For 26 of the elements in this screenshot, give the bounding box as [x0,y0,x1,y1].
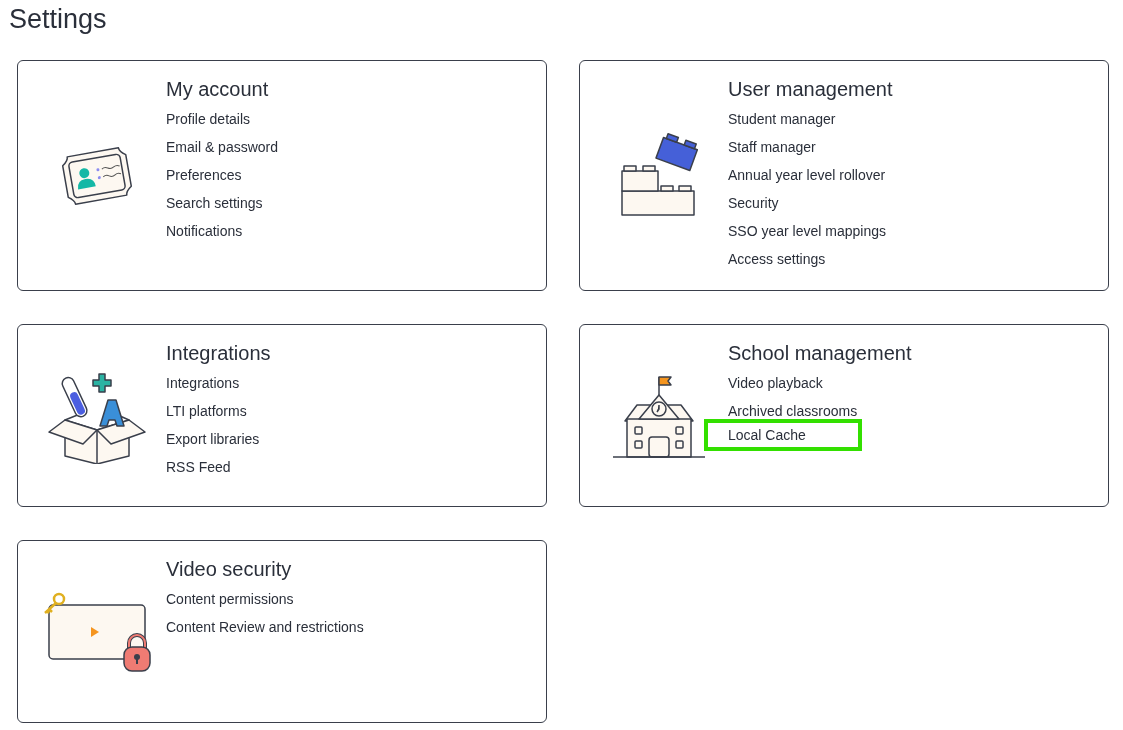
settings-link[interactable]: Staff manager [728,137,816,157]
settings-link[interactable]: Notifications [166,221,243,241]
card-title: Integrations [166,341,271,366]
card-title: My account [166,77,269,102]
settings-link[interactable]: Video playback [728,373,823,393]
settings-link[interactable]: Access settings [728,249,826,269]
settings-link[interactable]: Student manager [728,109,836,129]
card-title: School management [728,341,912,366]
settings-link[interactable]: Profile details [166,109,251,129]
settings-link[interactable]: Security [728,193,779,213]
settings-link[interactable]: SSO year level mappings [728,221,886,241]
settings-link[interactable]: RSS Feed [166,457,231,477]
settings-link[interactable]: Search settings [166,193,263,213]
settings-link[interactable]: Archived classrooms [728,401,858,421]
card-title: Video security [166,557,292,582]
card-title: User management [728,77,893,102]
settings-link[interactable]: Content Review and restrictions [166,617,364,637]
settings-link[interactable]: Preferences [166,165,242,185]
page-title: Settings [9,3,108,36]
settings-link[interactable]: Local Cache [704,419,862,451]
settings-link[interactable]: Export libraries [166,429,260,449]
settings-link[interactable]: Integrations [166,373,240,393]
settings-link[interactable]: Email & password [166,137,279,157]
settings-link[interactable]: LTI platforms [166,401,247,421]
settings-link[interactable]: Content permissions [166,589,294,609]
settings-link[interactable]: Annual year level rollover [728,165,886,185]
